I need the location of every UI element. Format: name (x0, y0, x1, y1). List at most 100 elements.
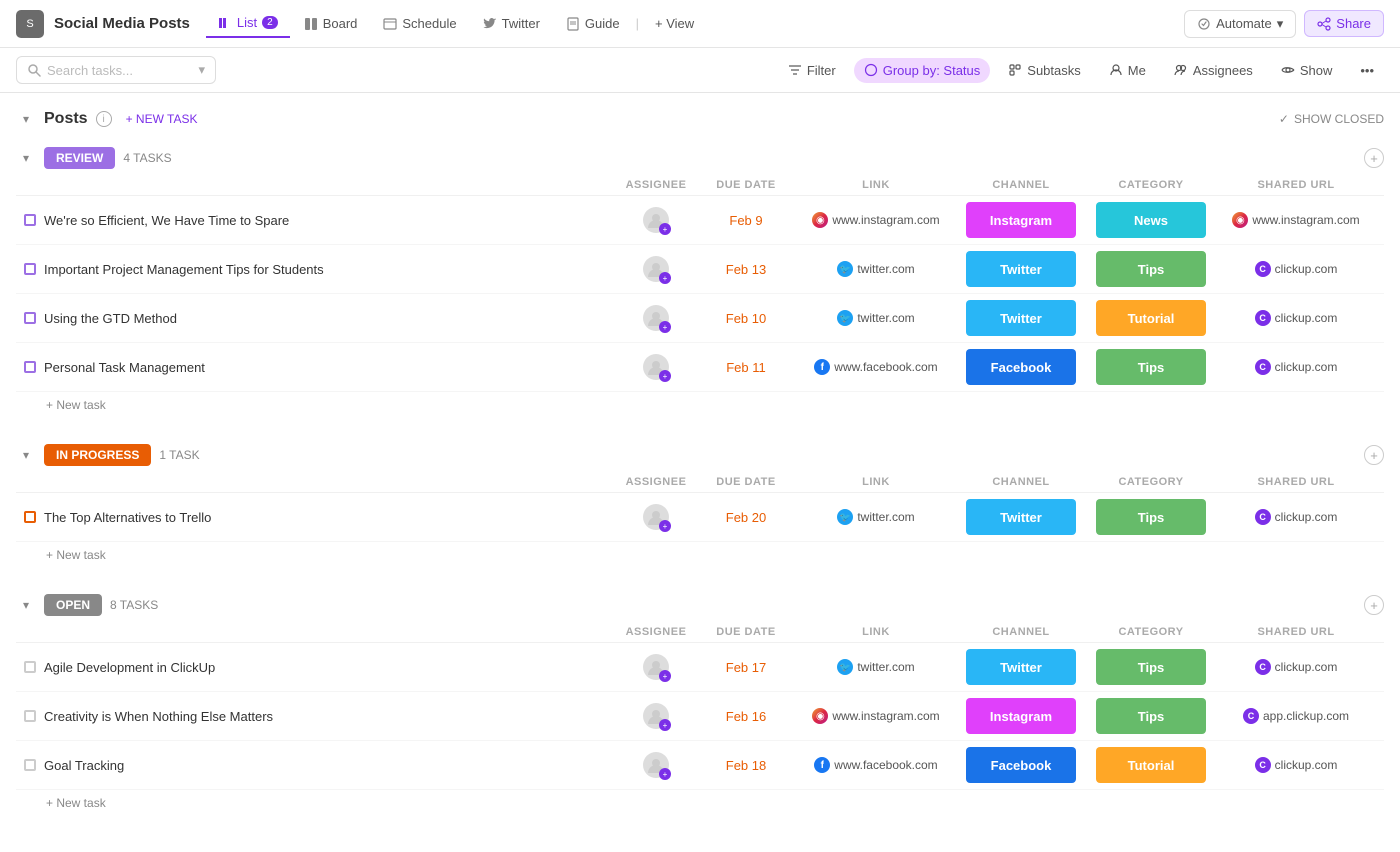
shared-url-cell[interactable]: ◉ www.instagram.com (1216, 212, 1376, 228)
search-chevron[interactable]: ▾ (198, 62, 205, 78)
avatar-add-icon[interactable]: + (659, 223, 671, 235)
table-row[interactable]: We're so Efficient, We Have Time to Spar… (16, 196, 1384, 245)
new-task-open[interactable]: + New task (16, 790, 1384, 816)
tab-board[interactable]: Board (292, 10, 370, 37)
assignees-btn[interactable]: Assignees (1164, 58, 1263, 83)
shared-url-text: clickup.com (1275, 758, 1338, 772)
link-cell[interactable]: ◉ www.instagram.com (796, 708, 956, 724)
channel-badge: Twitter (966, 499, 1076, 535)
col-name (46, 179, 616, 191)
me-icon (1109, 63, 1123, 77)
me-btn[interactable]: Me (1099, 58, 1156, 83)
posts-info-icon[interactable]: i (96, 111, 112, 127)
group-by-label: Group by: Status (883, 63, 981, 78)
shared-url-cell[interactable]: C clickup.com (1216, 261, 1376, 277)
avatar-add-icon[interactable]: + (659, 719, 671, 731)
link-cell[interactable]: 🐦 twitter.com (796, 261, 956, 277)
task-checkbox[interactable] (24, 759, 36, 771)
task-checkbox[interactable] (24, 661, 36, 673)
table-row[interactable]: Creativity is When Nothing Else Matters … (16, 692, 1384, 741)
group-collapse-open[interactable]: ▾ (16, 595, 36, 615)
groups-container: ▾ REVIEW 4 TASKS + ASSIGNEEDUE DATELINKC… (16, 137, 1384, 816)
tab-list[interactable]: List 2 (206, 9, 290, 38)
tab-list-badge: 2 (262, 16, 278, 29)
shared-url-cell[interactable]: C app.clickup.com (1216, 708, 1376, 724)
avatar-add-icon[interactable]: + (659, 370, 671, 382)
shared-url-cell[interactable]: C clickup.com (1216, 509, 1376, 525)
channel-cell: Twitter (956, 300, 1086, 336)
nav-tabs: List 2 Board Schedule Twitter Guide (206, 9, 632, 38)
link-cell[interactable]: 🐦 twitter.com (796, 509, 956, 525)
avatar: + (643, 752, 669, 778)
task-checkbox[interactable] (24, 511, 36, 523)
avatar-add-icon[interactable]: + (659, 768, 671, 780)
avatar-add-icon[interactable]: + (659, 670, 671, 682)
link-cell[interactable]: 🐦 twitter.com (796, 659, 956, 675)
tab-guide[interactable]: Guide (554, 10, 632, 37)
col-assignee: ASSIGNEE (616, 476, 696, 488)
clickup-icon: C (1255, 310, 1271, 326)
table-row[interactable]: Personal Task Management + Feb 11 f www.… (16, 343, 1384, 392)
me-label: Me (1128, 63, 1146, 78)
shared-url-cell[interactable]: C clickup.com (1216, 310, 1376, 326)
shared-url-cell[interactable]: C clickup.com (1216, 359, 1376, 375)
tab-schedule[interactable]: Schedule (371, 10, 468, 37)
show-label: Show (1300, 63, 1333, 78)
tab-twitter-label: Twitter (502, 16, 540, 31)
task-checkbox[interactable] (24, 214, 36, 226)
nav-separator: | (636, 16, 639, 31)
top-nav-right: Automate ▾ Share (1184, 10, 1384, 38)
subtasks-btn[interactable]: Subtasks (998, 58, 1090, 83)
task-checkbox[interactable] (24, 312, 36, 324)
new-task-inprogress[interactable]: + New task (16, 542, 1384, 568)
twitter-nav-icon (483, 17, 497, 31)
group-collapse-review[interactable]: ▾ (16, 148, 36, 168)
task-checkbox[interactable] (24, 361, 36, 373)
assignee-cell: + (616, 752, 696, 778)
group-add-open[interactable]: + (1364, 595, 1384, 615)
group-collapse-inprogress[interactable]: ▾ (16, 445, 36, 465)
group-add-review[interactable]: + (1364, 148, 1384, 168)
link-cell[interactable]: ◉ www.instagram.com (796, 212, 956, 228)
shared-url-cell[interactable]: C clickup.com (1216, 757, 1376, 773)
app-icon: S (16, 10, 44, 38)
automate-btn[interactable]: Automate ▾ (1184, 10, 1296, 38)
table-row[interactable]: Agile Development in ClickUp + Feb 17 🐦 … (16, 643, 1384, 692)
task-checkbox[interactable] (24, 263, 36, 275)
page-title: Social Media Posts (54, 15, 190, 32)
group-add-inprogress[interactable]: + (1364, 445, 1384, 465)
link-cell[interactable]: f www.facebook.com (796, 757, 956, 773)
clickup-icon: C (1255, 659, 1271, 675)
group-by-btn[interactable]: Group by: Status (854, 58, 991, 83)
filter-btn[interactable]: Filter (778, 58, 846, 83)
shared-url-cell[interactable]: C clickup.com (1216, 659, 1376, 675)
col-category: CATEGORY (1086, 626, 1216, 638)
task-name: Using the GTD Method (44, 311, 177, 326)
more-btn[interactable]: ••• (1350, 58, 1384, 83)
search-box[interactable]: Search tasks... ▾ (16, 56, 216, 84)
avatar-add-icon[interactable]: + (659, 321, 671, 333)
share-btn[interactable]: Share (1304, 10, 1384, 37)
new-task-review[interactable]: + New task (16, 392, 1384, 418)
table-row[interactable]: Using the GTD Method + Feb 10 🐦 twitter.… (16, 294, 1384, 343)
tab-twitter[interactable]: Twitter (471, 10, 552, 37)
tab-board-label: Board (323, 16, 358, 31)
link-cell[interactable]: 🐦 twitter.com (796, 310, 956, 326)
avatar: + (643, 654, 669, 680)
table-row[interactable]: The Top Alternatives to Trello + Feb 20 … (16, 493, 1384, 542)
avatar: + (643, 504, 669, 530)
table-row[interactable]: Goal Tracking + Feb 18 f www.facebook.co… (16, 741, 1384, 790)
show-closed-btn[interactable]: ✓ SHOW CLOSED (1279, 112, 1384, 126)
link-cell[interactable]: f www.facebook.com (796, 359, 956, 375)
channel-badge: Instagram (966, 202, 1076, 238)
task-checkbox[interactable] (24, 710, 36, 722)
show-btn[interactable]: Show (1271, 58, 1343, 83)
avatar-add-icon[interactable]: + (659, 272, 671, 284)
filter-icon (788, 63, 802, 77)
posts-new-task-btn[interactable]: + NEW TASK (120, 110, 204, 128)
posts-collapse-btn[interactable]: ▾ (16, 109, 36, 129)
table-row[interactable]: Important Project Management Tips for St… (16, 245, 1384, 294)
add-view-btn[interactable]: + View (643, 10, 706, 37)
avatar-add-icon[interactable]: + (659, 520, 671, 532)
due-date: Feb 9 (696, 213, 796, 228)
